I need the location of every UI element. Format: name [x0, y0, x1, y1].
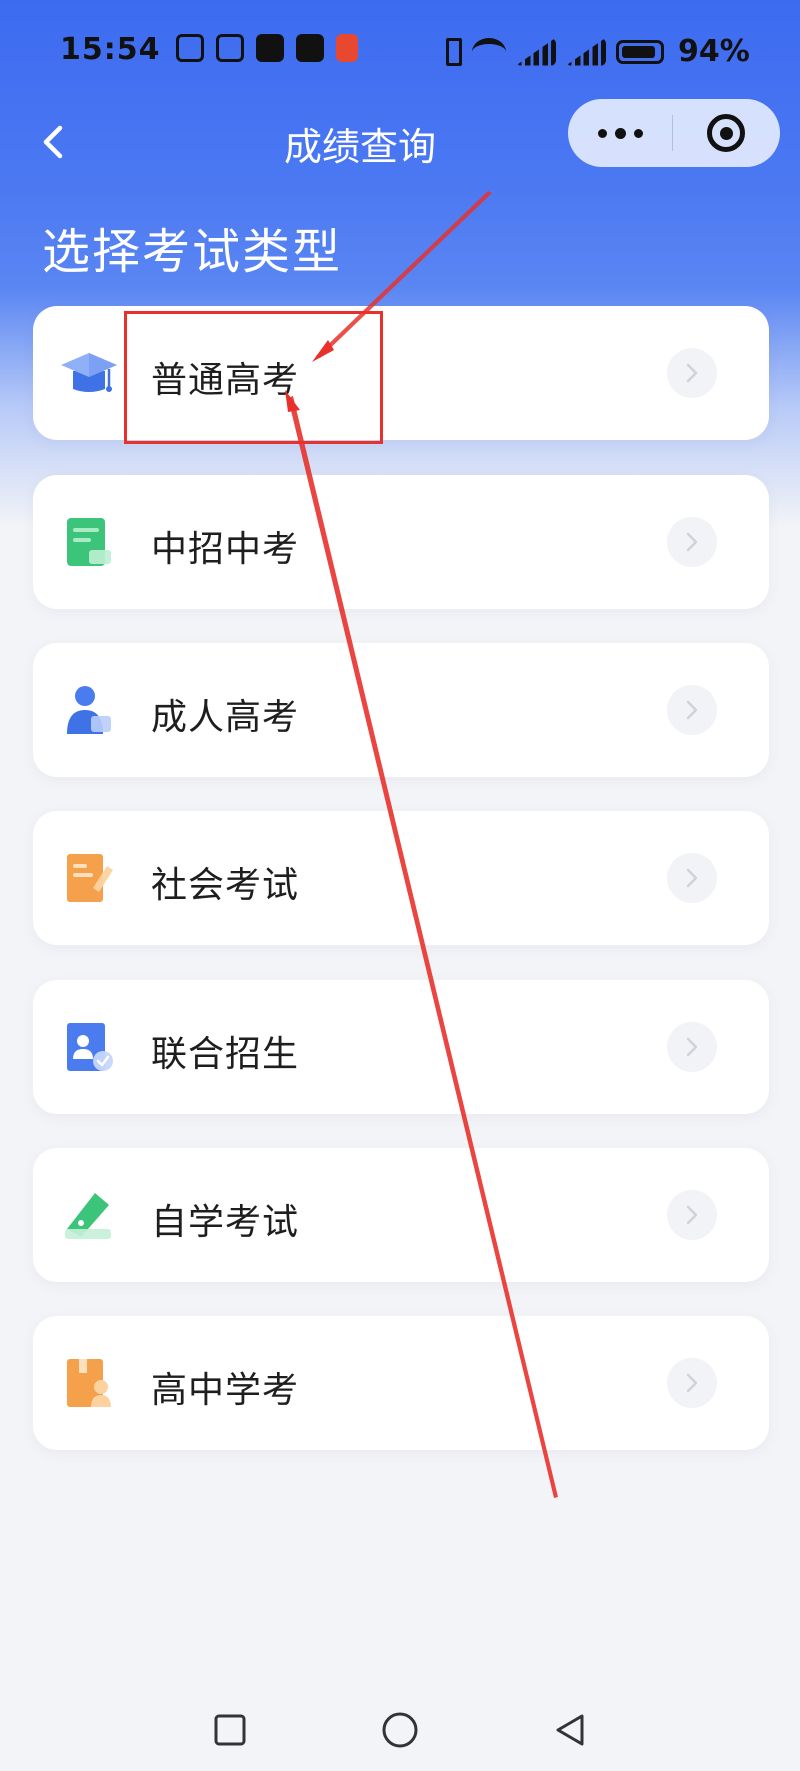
- exam-type-item-gaokao[interactable]: 普通高考: [33, 306, 769, 440]
- chevron-right-icon: [667, 1022, 717, 1072]
- notebook-icon: [67, 518, 111, 566]
- exam-type-item-zhongkao[interactable]: 中招中考: [33, 475, 769, 609]
- signal-5g-icon-2: [566, 37, 606, 66]
- document-edit-icon: [67, 854, 113, 902]
- chevron-right-icon: [667, 1190, 717, 1240]
- more-dot-icon: [597, 128, 607, 138]
- chevron-right-icon: [667, 685, 717, 735]
- section-heading: 选择考试类型: [42, 224, 343, 280]
- exam-type-label: 联合招生: [151, 1034, 300, 1075]
- exam-type-item-high-school-exam[interactable]: 高中学考: [33, 1316, 769, 1450]
- more-button[interactable]: [568, 99, 672, 167]
- graduation-cap-icon: [61, 353, 117, 392]
- more-dot-icon: [614, 127, 626, 139]
- back-nav-button[interactable]: [545, 1705, 595, 1755]
- exam-type-label: 自学考试: [151, 1202, 300, 1243]
- recent-apps-button[interactable]: [205, 1705, 255, 1755]
- status-time: 15:54: [60, 32, 161, 67]
- signal-5g-icon: [516, 37, 556, 66]
- square-icon: [214, 1714, 246, 1746]
- exam-type-label: 高中学考: [151, 1370, 300, 1411]
- circle-icon: [382, 1712, 418, 1748]
- battery-percentage: 94%: [678, 34, 750, 69]
- chevron-right-icon: [667, 1358, 717, 1408]
- exam-type-item-adult-gaokao[interactable]: 成人高考: [33, 643, 769, 777]
- wechat-icon: [296, 34, 324, 62]
- person-icon: [67, 686, 111, 734]
- chevron-right-icon: [667, 348, 717, 398]
- id-card-icon: [67, 1023, 113, 1071]
- exam-type-item-social-exam[interactable]: 社会考试: [33, 811, 769, 945]
- exam-type-item-self-study-exam[interactable]: 自学考试: [33, 1148, 769, 1282]
- exam-type-label: 成人高考: [151, 697, 300, 738]
- target-circle-icon: [707, 114, 745, 152]
- notification-icons: [176, 34, 358, 62]
- home-button[interactable]: [375, 1705, 425, 1755]
- book-person-icon: [67, 1359, 111, 1407]
- exam-type-item-joint-enrollment[interactable]: 联合招生: [33, 980, 769, 1114]
- status-bar: 15:54 94%: [0, 0, 800, 100]
- pen-icon: [65, 1193, 111, 1239]
- exam-type-label: 普通高考: [151, 360, 300, 401]
- qq-icon: [256, 34, 284, 62]
- battery-icon: [616, 39, 664, 64]
- wifi-icon: [472, 37, 506, 66]
- nfc-icon: [176, 34, 204, 62]
- close-miniprogram-button[interactable]: [673, 99, 779, 167]
- triangle-back-icon: [556, 1714, 584, 1746]
- exam-type-label: 社会考试: [151, 865, 300, 906]
- chevron-right-icon: [667, 517, 717, 567]
- system-icons: 94%: [446, 34, 750, 69]
- alarm-icon: [216, 34, 244, 62]
- red-packet-icon: [336, 34, 358, 62]
- miniprogram-capsule: [568, 99, 780, 167]
- exam-type-label: 中招中考: [151, 529, 300, 570]
- chevron-right-icon: [667, 853, 717, 903]
- more-dot-icon: [633, 128, 643, 138]
- bluetooth-icon: [446, 37, 462, 66]
